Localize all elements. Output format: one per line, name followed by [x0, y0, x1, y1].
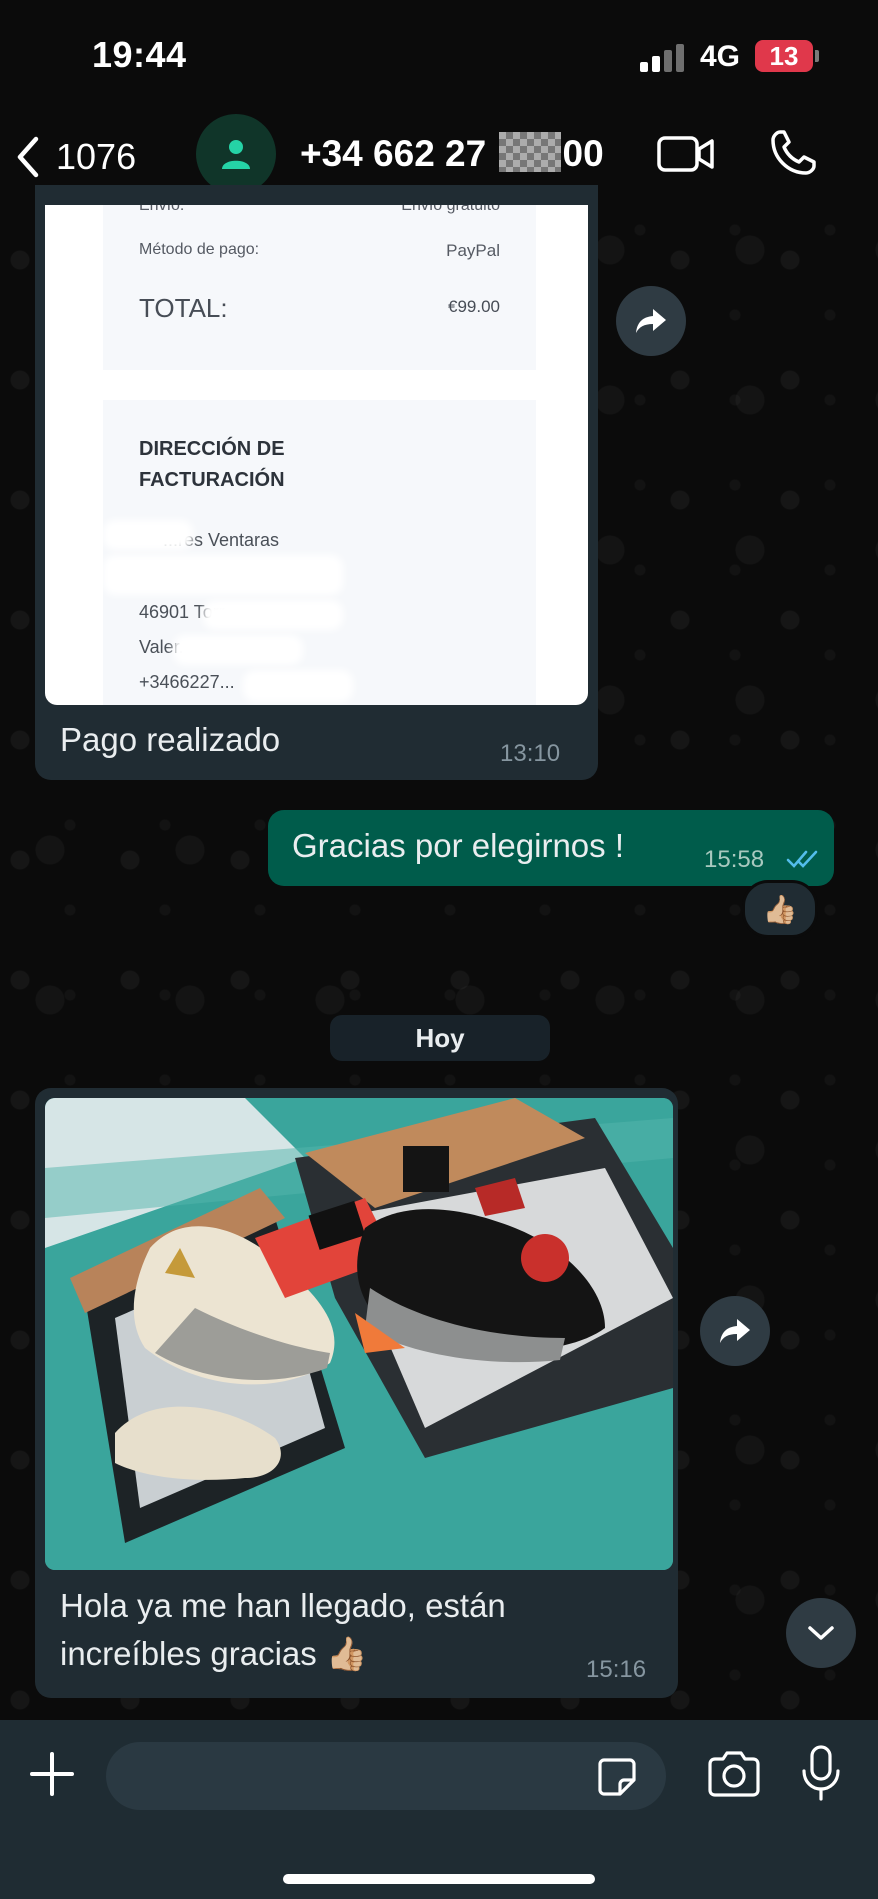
- forward-button[interactable]: [616, 286, 686, 356]
- billing-heading: DIRECCIÓN DE FACTURACIÓN: [139, 434, 285, 496]
- camera-icon[interactable]: [706, 1750, 762, 1798]
- message-text-line-1: Hola ya me han llegado, están: [60, 1587, 506, 1624]
- status-time: 19:44: [92, 34, 187, 75]
- reaction-badge[interactable]: 👍🏼: [742, 880, 818, 938]
- address-redaction: [103, 555, 343, 595]
- message-timestamp: 13:10: [500, 740, 561, 767]
- contact-number-prefix: +34 662 27: [300, 133, 487, 174]
- video-call-icon[interactable]: [656, 132, 716, 176]
- address-redaction: [103, 520, 193, 550]
- person-icon: [222, 140, 250, 169]
- message-text: Gracias por elegirnos !: [292, 827, 624, 864]
- forward-button[interactable]: [700, 1296, 770, 1366]
- message-composer: [0, 1720, 878, 1899]
- photo-content: [45, 1098, 673, 1570]
- shipping-label: Envío:: [139, 205, 185, 214]
- pixelated-redaction: [498, 132, 561, 172]
- battery-tip: [815, 50, 819, 62]
- battery-icon: 13: [755, 40, 813, 72]
- message-text: Pago realizado: [60, 721, 281, 758]
- total-value: €99.00: [448, 297, 500, 316]
- chevron-left-icon: [17, 136, 39, 178]
- address-redaction: [243, 670, 353, 702]
- home-indicator[interactable]: [283, 1874, 595, 1884]
- billing-heading-line-1: DIRECCIÓN DE: [139, 438, 285, 460]
- billing-address-panel: DIRECCIÓN DE FACTURACIÓN ...res Ventaras…: [103, 400, 536, 705]
- billing-heading-line-2: FACTURACIÓN: [139, 469, 285, 491]
- address-redaction: [173, 635, 303, 665]
- total-label: TOTAL:: [139, 293, 228, 323]
- contact-number-suffix: 00: [562, 133, 604, 174]
- phone-call-icon[interactable]: [768, 128, 818, 178]
- plus-icon[interactable]: [26, 1748, 78, 1800]
- scroll-to-bottom-button[interactable]: [786, 1598, 856, 1668]
- unread-chats-count: 1076: [56, 136, 137, 177]
- sticker-icon[interactable]: [596, 1756, 638, 1798]
- read-receipt-icon: [786, 850, 818, 868]
- network-type: 4G: [700, 40, 741, 73]
- sneakers-photo[interactable]: [45, 1098, 673, 1570]
- message-text: Hola ya me han llegado, están increíbles…: [60, 1582, 506, 1678]
- payment-method-value: PayPal: [446, 241, 500, 260]
- microphone-icon[interactable]: [800, 1744, 842, 1802]
- signal-strength-icon: [640, 44, 686, 72]
- forward-icon: [636, 309, 666, 333]
- forward-icon: [720, 1319, 750, 1343]
- message-timestamp: 15:58: [704, 846, 765, 873]
- message-bubble-outgoing[interactable]: Gracias por elegirnos ! 15:58: [268, 810, 834, 886]
- chevron-down-icon: [808, 1626, 834, 1640]
- payment-method-label: Método de pago:: [139, 241, 260, 258]
- message-input[interactable]: [106, 1742, 666, 1810]
- shipping-value: Envío gratuito: [401, 205, 500, 214]
- back-button[interactable]: 1076: [14, 128, 136, 186]
- avatar[interactable]: [196, 114, 276, 194]
- address-line-5: +3466227...: [139, 672, 235, 692]
- receipt-image[interactable]: Envío: Envío gratuito Método de pago: Pa…: [45, 205, 588, 705]
- status-bar: 19:44 4G 13: [0, 0, 878, 110]
- contact-name[interactable]: +34 662 27 00: [300, 132, 604, 175]
- order-summary-panel: Envío: Envío gratuito Método de pago: Pa…: [103, 205, 536, 370]
- address-redaction: [203, 600, 343, 630]
- message-timestamp: 15:16: [586, 1656, 647, 1683]
- date-separator: Hoy: [330, 1015, 550, 1061]
- message-text-line-2: increíbles gracias 👍🏼: [60, 1635, 368, 1672]
